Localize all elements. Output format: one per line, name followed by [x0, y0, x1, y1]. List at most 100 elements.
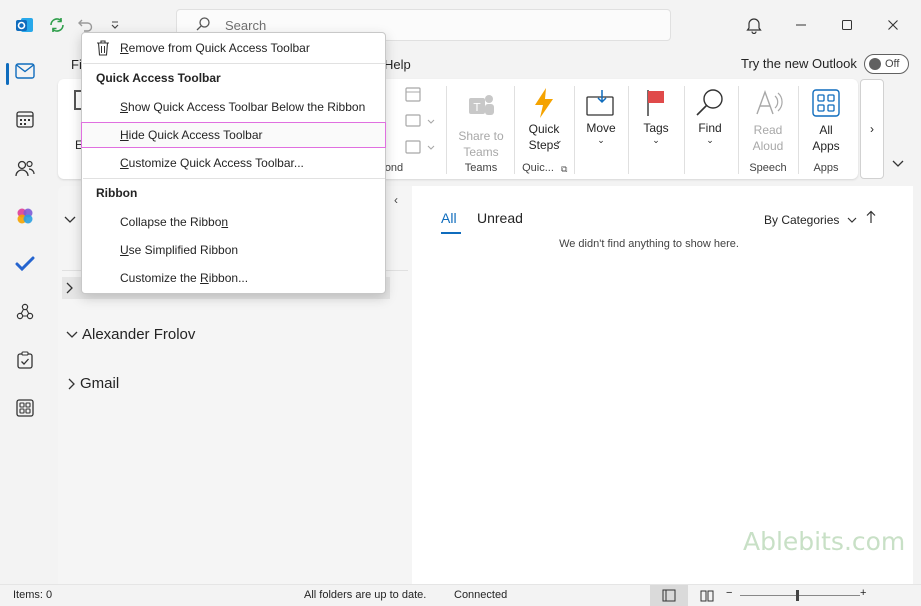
- menu-item-label: Customize Quick Access Toolbar...: [120, 156, 304, 170]
- nav-mail[interactable]: [0, 54, 50, 90]
- qat-context-menu: Remove from Quick Access Toolbar Quick A…: [81, 32, 386, 294]
- zoom-slider[interactable]: [740, 595, 860, 596]
- menu-item-customize-qat[interactable]: Customize Quick Access Toolbar...: [82, 150, 385, 176]
- nav-todo[interactable]: [0, 247, 50, 283]
- app-nav-rail: [0, 50, 50, 584]
- menu-item-remove-from-qat[interactable]: Remove from Quick Access Toolbar: [82, 35, 385, 61]
- chevron-down-icon: ⌄: [706, 135, 714, 145]
- collapse-pane-chevron-icon[interactable]: ‹: [394, 193, 398, 207]
- clipboard-check-icon: [17, 350, 33, 372]
- menu-item-label: Collapse the Ribbon: [120, 215, 229, 229]
- normal-view-button[interactable]: [650, 585, 688, 606]
- active-indicator: [6, 63, 9, 85]
- chevron-down-icon[interactable]: [64, 213, 76, 227]
- trash-icon: [97, 40, 109, 56]
- nav-apps[interactable]: [0, 391, 50, 427]
- filter-tab-all[interactable]: All: [441, 210, 457, 226]
- respond-small-icon-2: [405, 112, 437, 133]
- sort-direction-arrow-icon[interactable]: [866, 210, 876, 227]
- chevron-down-icon: [847, 217, 857, 223]
- nav-groups[interactable]: [0, 295, 50, 331]
- teams-icon: T: [452, 86, 510, 126]
- quick-steps-button[interactable]: Quick Steps ⌄: [518, 86, 570, 153]
- apps-grid-icon: [802, 86, 850, 120]
- menu-item-label: Show Quick Access Toolbar Below the Ribb…: [120, 100, 366, 114]
- mail-icon: [15, 62, 35, 82]
- notifications-bell-icon[interactable]: [739, 12, 769, 38]
- status-connection: Connected: [454, 589, 508, 601]
- chevron-down-icon: [66, 331, 78, 338]
- speech-group-label: Speech: [749, 162, 787, 174]
- menu-item-collapse-ribbon[interactable]: Collapse the Ribbon: [82, 209, 385, 235]
- read-aloud-icon: [742, 86, 794, 120]
- quick-steps-group-label: Quic...: [522, 162, 554, 174]
- share-to-teams-label: Share to Teams: [458, 129, 504, 159]
- menu-item-label: Customize the Ribbon...: [120, 271, 249, 285]
- nav-calendar[interactable]: [0, 102, 50, 138]
- nav-copilot[interactable]: [0, 199, 50, 235]
- share-to-teams-button[interactable]: T Share to Teams: [452, 86, 510, 160]
- maximize-button[interactable]: [832, 12, 862, 38]
- toggle-knob: [869, 58, 881, 70]
- send-receive-icon[interactable]: [46, 14, 68, 36]
- nav-tasks[interactable]: [0, 343, 50, 379]
- move-folder-icon: [578, 86, 624, 120]
- dialog-launcher-icon[interactable]: ⧉: [561, 164, 567, 175]
- try-new-outlook-label: Try the new Outlook: [741, 56, 857, 71]
- respond-small-icon-1: [405, 86, 425, 107]
- reading-view-icon[interactable]: [700, 589, 714, 605]
- menu-item-hide-qat[interactable]: Hide Quick Access Toolbar: [81, 122, 386, 148]
- tags-button[interactable]: Tags ⌄: [632, 86, 680, 145]
- all-apps-button[interactable]: All Apps: [802, 86, 850, 154]
- groups-icon: [16, 303, 34, 324]
- find-label: Find: [698, 121, 722, 135]
- zoom-slider-thumb[interactable]: [796, 590, 799, 601]
- zoom-out-icon[interactable]: −: [726, 587, 732, 599]
- folder-gmail[interactable]: Gmail: [68, 375, 119, 392]
- copilot-icon: [16, 207, 34, 228]
- calendar-icon: [16, 110, 34, 131]
- teams-group-label: Teams: [464, 162, 498, 174]
- ribbon-collapse-chevron-icon[interactable]: [888, 154, 908, 174]
- active-tab-underline: [441, 232, 461, 234]
- zoom-in-icon[interactable]: +: [860, 587, 866, 599]
- respond-small-icon-3: [405, 138, 437, 159]
- chevron-right-icon: [68, 378, 75, 389]
- minimize-button[interactable]: [786, 12, 816, 38]
- menu-item-show-qat-below[interactable]: Show Quick Access Toolbar Below the Ribb…: [82, 94, 385, 120]
- read-aloud-label: Read Aloud: [752, 123, 784, 153]
- search-placeholder: Search: [225, 17, 267, 33]
- chevron-down-icon: ⌄: [652, 135, 660, 145]
- flag-icon: [632, 86, 680, 120]
- outlook-logo-icon: [14, 14, 36, 36]
- menu-item-label: Remove from Quick Access Toolbar: [120, 41, 310, 55]
- menu-item-customize-ribbon[interactable]: Customize the Ribbon...: [82, 265, 385, 291]
- apps-group-label: Apps: [813, 162, 839, 174]
- find-button[interactable]: Find ⌄: [688, 86, 732, 145]
- apps-grid-icon: [16, 398, 34, 420]
- new-outlook-toggle[interactable]: Off: [864, 54, 909, 74]
- magnifier-icon: [688, 86, 732, 120]
- status-items-count: Items: 0: [13, 589, 53, 601]
- menu-heading-ribbon: Ribbon: [96, 186, 138, 200]
- status-bar: Items: 0 All folders are up to date. Con…: [0, 584, 921, 606]
- folder-label: Gmail: [80, 375, 120, 392]
- menu-item-simplified-ribbon[interactable]: Use Simplified Ribbon: [82, 237, 385, 263]
- menu-item-label: Hide Quick Access Toolbar: [120, 128, 263, 142]
- menu-heading-qat: Quick Access Toolbar: [96, 71, 221, 85]
- move-button[interactable]: Move ⌄: [578, 86, 624, 145]
- tags-label: Tags: [643, 121, 669, 135]
- close-button[interactable]: [878, 12, 908, 38]
- sort-by-dropdown[interactable]: By Categories: [764, 213, 857, 227]
- menu-separator: [83, 63, 385, 64]
- nav-people[interactable]: [0, 151, 50, 187]
- move-label: Move: [586, 121, 616, 135]
- tab-help[interactable]: Help: [384, 57, 411, 72]
- filter-tab-unread[interactable]: Unread: [477, 210, 523, 226]
- folder-alexander-frolov[interactable]: Alexander Frolov: [66, 326, 195, 343]
- watermark: Ablebits.com: [743, 527, 906, 556]
- chevron-down-icon: ⌄: [555, 135, 563, 145]
- ribbon-more-button[interactable]: ›: [860, 79, 884, 179]
- read-aloud-button[interactable]: Read Aloud: [742, 86, 794, 154]
- svg-text:T: T: [473, 101, 481, 114]
